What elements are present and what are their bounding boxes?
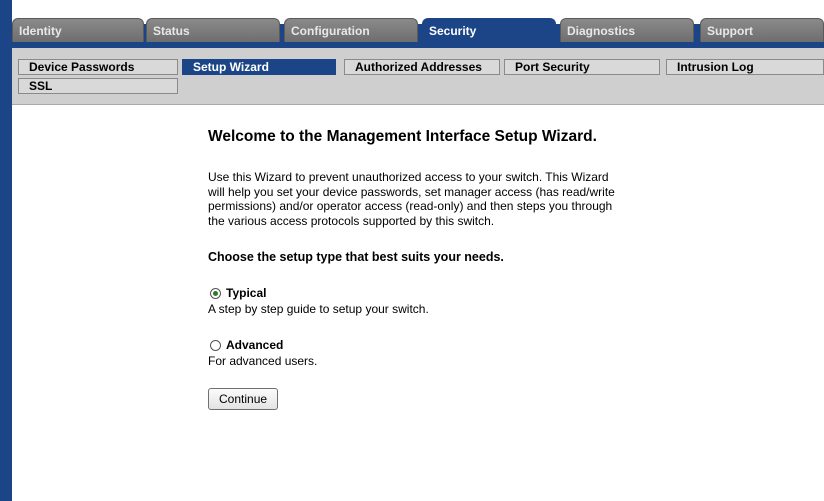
subtab-intrusion-log[interactable]: Intrusion Log <box>666 59 824 75</box>
wizard-description: Use this Wizard to prevent unauthorized … <box>208 170 615 228</box>
option-advanced: Advanced For advanced users. <box>208 338 628 368</box>
setup-type-heading: Choose the setup type that best suits yo… <box>208 250 504 264</box>
sub-navigation: Device Passwords Setup Wizard Authorized… <box>12 48 824 105</box>
tab-security[interactable]: Security <box>422 18 556 42</box>
subtab-port-security[interactable]: Port Security <box>504 59 660 75</box>
tab-diagnostics[interactable]: Diagnostics <box>560 18 694 42</box>
tab-status[interactable]: Status <box>146 18 280 42</box>
subtab-authorized-addresses[interactable]: Authorized Addresses <box>344 59 500 75</box>
continue-button[interactable]: Continue <box>208 388 279 410</box>
subtab-device-passwords[interactable]: Device Passwords <box>18 59 178 75</box>
typical-label[interactable]: Typical <box>226 286 266 300</box>
frame-left-edge <box>0 0 12 501</box>
tab-support[interactable]: Support <box>700 18 824 42</box>
page-title: Welcome to the Management Interface Setu… <box>208 128 597 145</box>
advanced-radio[interactable] <box>210 339 221 351</box>
typical-radio[interactable] <box>210 287 221 299</box>
subtab-setup-wizard[interactable]: Setup Wizard <box>182 59 336 75</box>
advanced-hint: For advanced users. <box>208 354 318 368</box>
tab-configuration[interactable]: Configuration <box>284 18 418 42</box>
wizard-content: Welcome to the Management Interface Setu… <box>208 127 628 410</box>
tab-identity[interactable]: Identity <box>12 18 144 42</box>
typical-hint: A step by step guide to setup your switc… <box>208 302 429 316</box>
advanced-label[interactable]: Advanced <box>226 338 283 352</box>
option-typical: Typical A step by step guide to setup yo… <box>208 286 628 316</box>
top-tab-bar: Identity Status Configuration Security D… <box>12 0 824 48</box>
subtab-ssl[interactable]: SSL <box>18 78 178 94</box>
